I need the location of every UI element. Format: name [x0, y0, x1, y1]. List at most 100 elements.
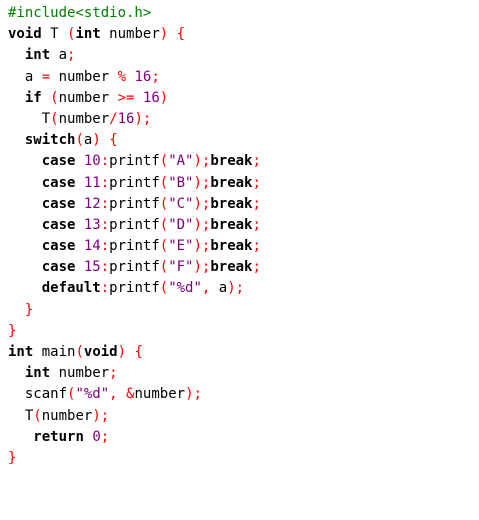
- keyword-token: int: [24, 47, 51, 64]
- keyword-token: case: [41, 153, 76, 170]
- code-line: int number;: [8, 363, 261, 384]
- code-line: case 11:printf("B");break;: [8, 173, 261, 194]
- indent-token: [8, 111, 42, 127]
- identifier-token: [75, 175, 83, 191]
- identifier-token: [134, 90, 142, 106]
- indent-token: [8, 386, 25, 402]
- operator-token: ): [159, 89, 169, 106]
- operator-token: :: [100, 216, 110, 233]
- operator-token: ;: [252, 174, 261, 191]
- operator-token: );: [193, 259, 211, 276]
- operator-token: ;: [252, 195, 261, 212]
- operator-token: );: [193, 153, 211, 170]
- identifier-token: printf: [109, 259, 160, 276]
- operator-token: {: [109, 132, 118, 149]
- identifier-token: T: [41, 110, 51, 127]
- operator-token: (: [159, 280, 169, 297]
- number-literal-token: 14: [83, 238, 101, 255]
- string-literal-token: "C": [168, 195, 194, 212]
- operator-token: :: [100, 195, 110, 212]
- identifier-token: [118, 386, 126, 402]
- indent-token: [8, 175, 42, 191]
- code-line: }: [8, 448, 261, 469]
- operator-token: }: [24, 301, 34, 318]
- keyword-token: break: [210, 174, 253, 191]
- operator-token: ,: [109, 386, 118, 403]
- code-line: case 15:printf("F");break;: [8, 257, 261, 278]
- keyword-token: case: [41, 195, 76, 212]
- keyword-token: int: [75, 26, 101, 43]
- identifier-token: number: [58, 89, 118, 106]
- operator-token: ): [159, 26, 169, 43]
- string-literal-token: "F": [168, 259, 194, 276]
- keyword-token: void: [8, 26, 42, 43]
- string-literal-token: "%d": [168, 280, 202, 297]
- indent-token: [8, 408, 25, 424]
- operator-token: :: [100, 174, 110, 191]
- operator-token: );: [193, 216, 211, 233]
- source-code[interactable]: #include<stdio.h> void T ( int number) { i…: [8, 3, 261, 469]
- operator-token: }: [8, 322, 17, 339]
- identifier-token: [42, 90, 50, 106]
- code-line: scanf("%d", &number);: [8, 384, 261, 405]
- code-line: if (number >= 16): [8, 88, 261, 109]
- code-line: T(number/16);: [8, 109, 261, 130]
- operator-token: ;: [100, 428, 110, 445]
- operator-token: ;: [151, 68, 160, 85]
- operator-token: :: [100, 280, 110, 297]
- operator-token: (: [50, 110, 59, 127]
- identifier-token: [75, 238, 83, 254]
- operator-token: ): [92, 132, 101, 149]
- operator-token: (: [33, 407, 42, 424]
- number-literal-token: 12: [83, 195, 101, 212]
- operator-token: ;: [252, 216, 261, 233]
- preprocessor-token: #include<stdio.h>: [8, 5, 152, 21]
- keyword-token: default: [41, 280, 101, 297]
- identifier-token: T: [41, 26, 68, 43]
- identifier-token: [75, 153, 83, 169]
- operator-token: :: [100, 238, 110, 255]
- operator-token: );: [193, 238, 211, 255]
- string-literal-token: "A": [168, 153, 194, 170]
- operator-token: ;: [252, 238, 261, 255]
- operator-token: (: [159, 259, 169, 276]
- operator-token: {: [134, 344, 143, 360]
- operator-token: :: [100, 153, 110, 170]
- keyword-token: break: [210, 238, 253, 255]
- operator-token: ;: [252, 259, 261, 276]
- indent-token: [8, 259, 42, 275]
- code-editor[interactable]: #include<stdio.h> void T ( int number) { i…: [0, 0, 479, 520]
- identifier-token: number: [134, 386, 186, 403]
- operator-token: );: [193, 195, 211, 212]
- identifier-token: [168, 26, 176, 42]
- identifier-token: main: [33, 344, 76, 360]
- string-literal-token: "%d": [75, 386, 110, 403]
- operator-token: (: [159, 195, 169, 212]
- operator-token: );: [92, 407, 110, 424]
- identifier-token: number: [50, 365, 110, 382]
- operator-token: (: [159, 174, 169, 191]
- identifier-token: [75, 196, 83, 212]
- code-line: int a;: [8, 45, 261, 66]
- indent-token: [8, 217, 42, 233]
- code-line: case 14:printf("E");break;: [8, 236, 261, 257]
- operator-token: );: [185, 386, 202, 403]
- identifier-token: printf: [109, 280, 160, 297]
- identifier-token: printf: [109, 216, 160, 233]
- indent-token: [8, 132, 25, 148]
- number-literal-token: 11: [83, 174, 101, 191]
- identifier-token: scanf: [24, 386, 68, 403]
- operator-token: :: [100, 259, 110, 276]
- keyword-token: case: [41, 174, 76, 191]
- number-literal-token: 0: [92, 428, 101, 445]
- keyword-token: return: [33, 428, 84, 445]
- operator-token: =: [41, 68, 51, 85]
- identifier-token: a: [210, 280, 228, 297]
- identifier-token: [75, 217, 83, 233]
- code-line: #include<stdio.h>: [8, 3, 261, 24]
- identifier-token: printf: [109, 195, 160, 212]
- indent-token: [8, 47, 25, 63]
- operator-token: ;: [252, 153, 261, 170]
- code-line: int main(void) {: [8, 342, 261, 363]
- code-line: default:printf("%d", a);: [8, 278, 261, 299]
